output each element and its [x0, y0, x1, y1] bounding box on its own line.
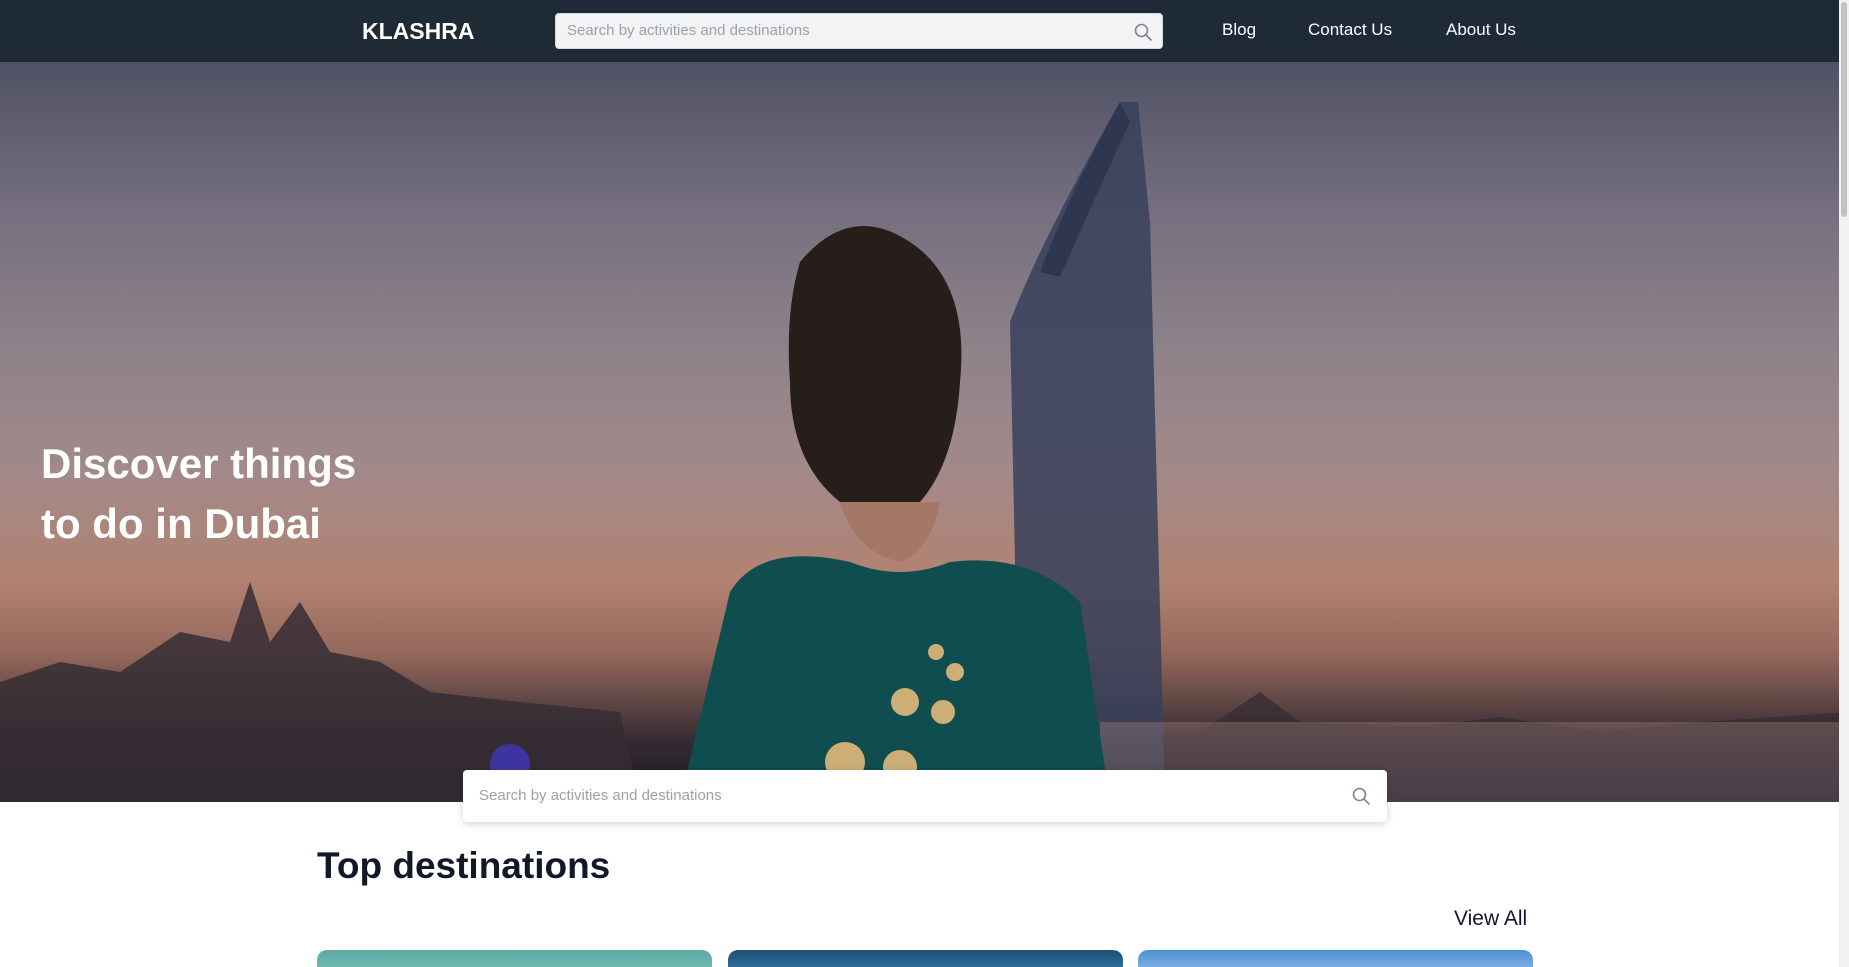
page-scrollbar[interactable]	[1839, 0, 1849, 967]
search-icon[interactable]	[1133, 22, 1153, 42]
destination-card[interactable]	[1138, 950, 1533, 967]
destination-card[interactable]	[728, 950, 1123, 967]
hero-overlay	[0, 62, 1849, 802]
hero-title: Discover things to do in Dubai	[41, 440, 357, 547]
nav-search-input[interactable]: Search by activities and destinations	[567, 14, 810, 48]
top-destinations-title: Top destinations	[317, 845, 611, 886]
destination-card[interactable]	[317, 950, 712, 967]
hero-search-input[interactable]: Search by activities and destinations	[479, 770, 722, 822]
nav-search-bar[interactable]: Search by activities and destinations	[555, 13, 1163, 49]
nav-link-about-us[interactable]: About Us	[1446, 20, 1516, 40]
search-icon[interactable]	[1351, 786, 1371, 806]
nav-link-blog[interactable]: Blog	[1222, 20, 1256, 40]
hero-banner: Discover things to do in Dubai	[0, 62, 1849, 802]
view-all-link[interactable]: View All	[1454, 907, 1527, 931]
nav-link-contact-us[interactable]: Contact Us	[1308, 20, 1392, 40]
top-navbar: KLASHRA Search by activities and destina…	[0, 0, 1849, 62]
hero-search-bar[interactable]: Search by activities and destinations	[463, 770, 1387, 822]
klashra-logo[interactable]: KLASHRA	[362, 16, 474, 46]
scrollbar-thumb[interactable]	[1841, 2, 1847, 217]
